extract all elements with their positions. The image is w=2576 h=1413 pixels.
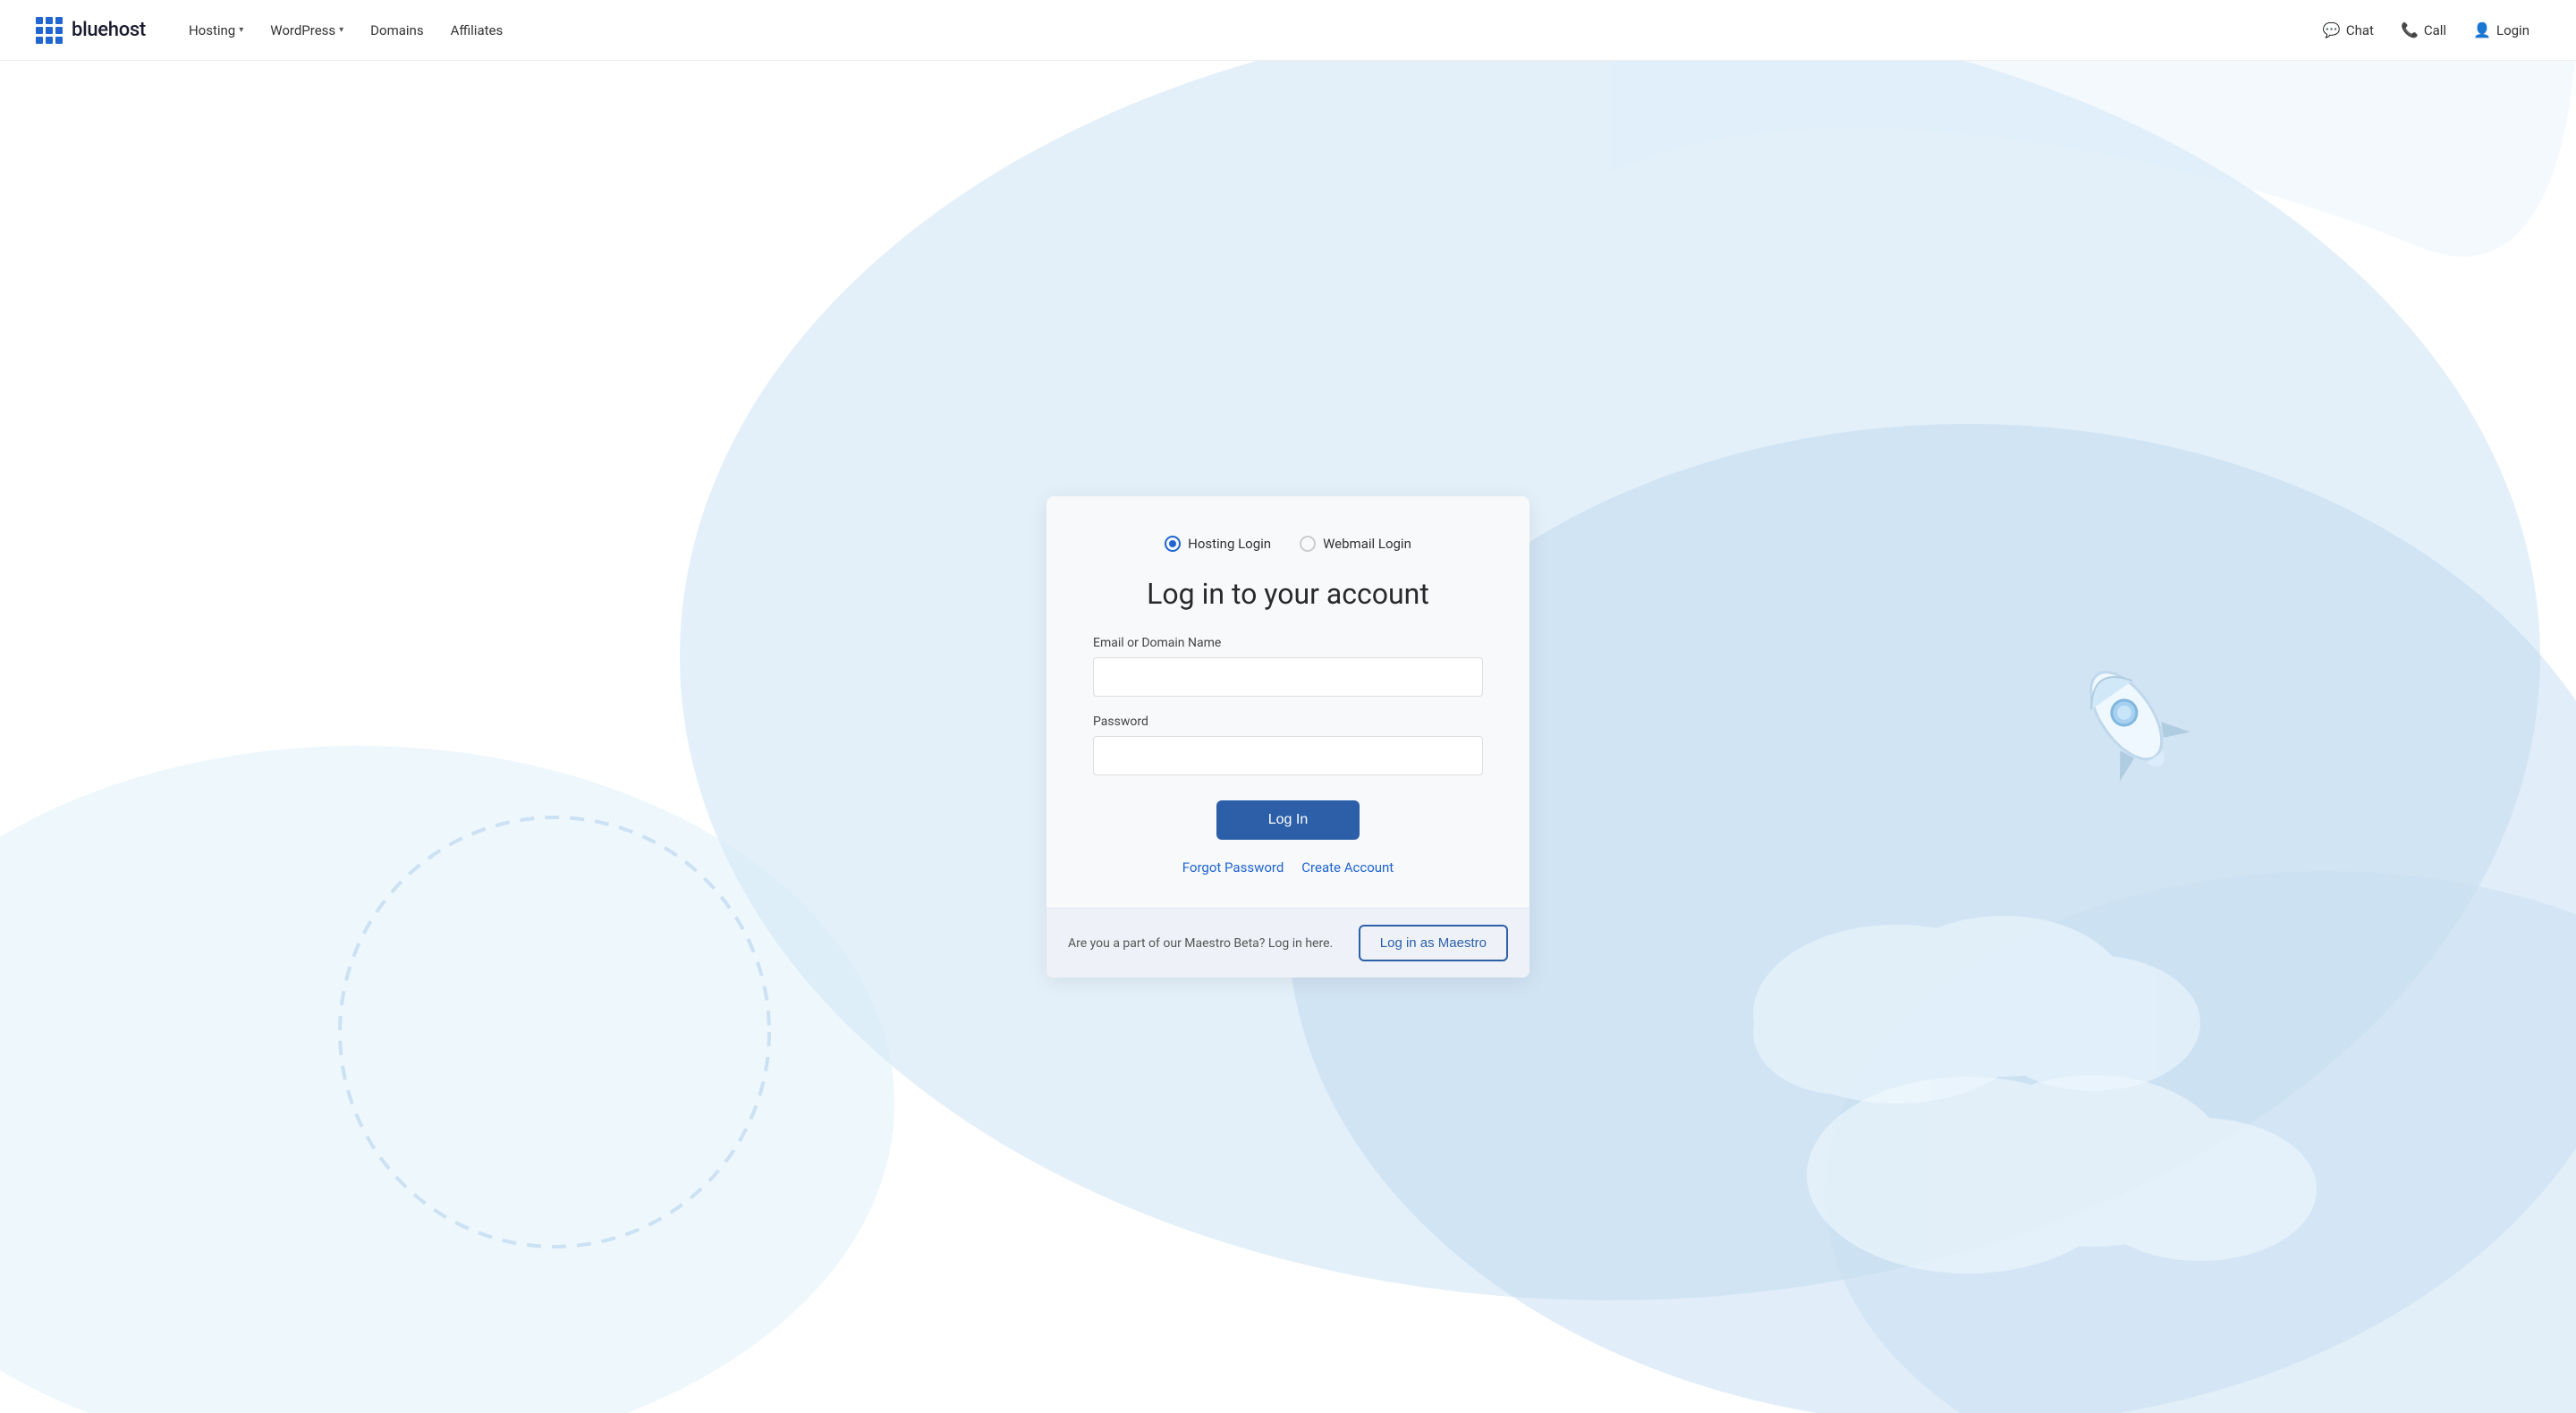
create-account-link[interactable]: Create Account: [1301, 859, 1394, 876]
form-links: Forgot Password Create Account: [1093, 859, 1483, 876]
chat-button[interactable]: 💬 Chat: [2312, 14, 2385, 46]
page-content: Hosting Login Webmail Login Log in to yo…: [0, 61, 2576, 1413]
email-label: Email or Domain Name: [1093, 636, 1483, 650]
login-button[interactable]: Log In: [1216, 800, 1360, 840]
nav-links: Hosting ▾ WordPress ▾ Domains Affiliates: [178, 15, 2312, 46]
webmail-login-radio[interactable]: [1300, 536, 1316, 552]
login-type-selector: Hosting Login Webmail Login: [1093, 536, 1483, 552]
maestro-footer: Are you a part of our Maestro Beta? Log …: [1046, 908, 1530, 977]
login-nav-button[interactable]: 👤 Login: [2462, 14, 2540, 46]
chevron-down-icon: ▾: [239, 25, 243, 35]
logo-text: bluehost: [72, 19, 146, 41]
nav-right: 💬 Chat 📞 Call 👤 Login: [2312, 14, 2540, 46]
navbar: bluehost Hosting ▾ WordPress ▾ Domains A…: [0, 0, 2576, 61]
logo[interactable]: bluehost: [36, 17, 146, 44]
nav-affiliates[interactable]: Affiliates: [440, 15, 514, 46]
maestro-text: Are you a part of our Maestro Beta? Log …: [1068, 936, 1333, 951]
email-field-group: Email or Domain Name: [1093, 636, 1483, 697]
chevron-down-icon: ▾: [339, 25, 343, 35]
maestro-button[interactable]: Log in as Maestro: [1359, 925, 1508, 961]
login-title: Log in to your account: [1093, 577, 1483, 611]
nav-wordpress[interactable]: WordPress ▾: [259, 15, 354, 46]
password-input[interactable]: [1093, 736, 1483, 775]
login-card: Hosting Login Webmail Login Log in to yo…: [1046, 496, 1530, 977]
password-field-group: Password: [1093, 715, 1483, 775]
webmail-login-radio-label[interactable]: Webmail Login: [1300, 536, 1411, 552]
chat-icon: 💬: [2323, 21, 2341, 38]
password-label: Password: [1093, 715, 1483, 729]
call-button[interactable]: 📞 Call: [2390, 14, 2457, 46]
logo-grid-icon: [36, 17, 63, 44]
nav-hosting[interactable]: Hosting ▾: [178, 15, 254, 46]
forgot-password-link[interactable]: Forgot Password: [1182, 859, 1284, 876]
nav-domains[interactable]: Domains: [360, 15, 434, 46]
user-icon: 👤: [2473, 21, 2491, 38]
hosting-login-radio[interactable]: [1165, 536, 1181, 552]
login-card-body: Hosting Login Webmail Login Log in to yo…: [1046, 496, 1530, 908]
phone-icon: 📞: [2401, 21, 2419, 38]
hosting-login-radio-label[interactable]: Hosting Login: [1165, 536, 1271, 552]
email-input[interactable]: [1093, 657, 1483, 697]
